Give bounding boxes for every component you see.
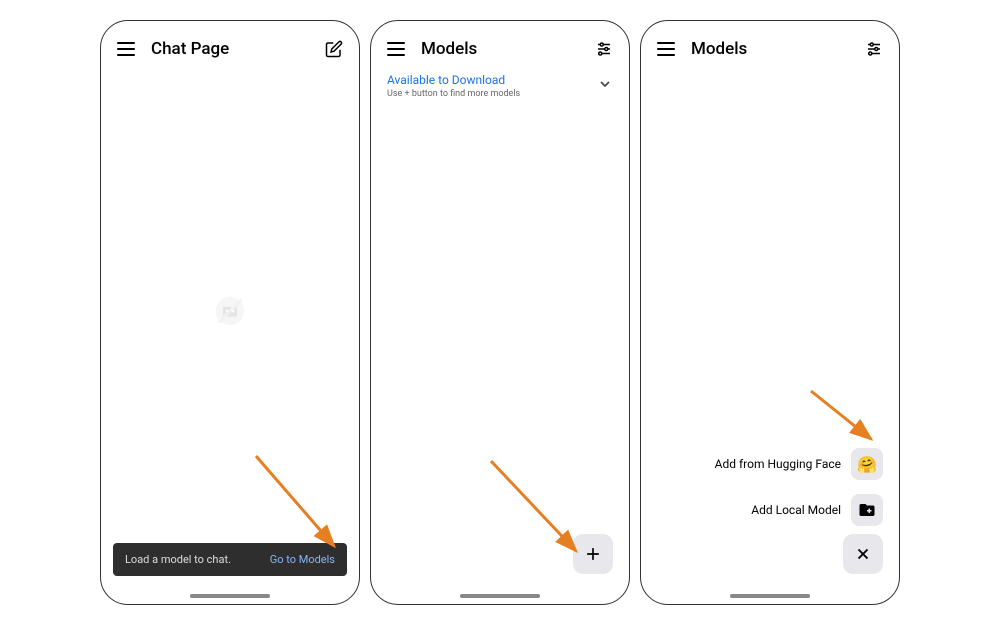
screen-chat-page: Chat Page Load a model to chat. Go to Mo… bbox=[100, 20, 360, 605]
menu-icon[interactable] bbox=[657, 42, 675, 56]
menu-icon[interactable] bbox=[387, 42, 405, 56]
page-title: Models bbox=[421, 39, 579, 59]
page-title: Models bbox=[691, 39, 849, 59]
home-indicator bbox=[460, 594, 540, 598]
header: Models bbox=[641, 21, 899, 73]
load-model-text: Load a model to chat. bbox=[125, 553, 231, 566]
available-section[interactable]: Available to Download Use + button to fi… bbox=[371, 73, 629, 99]
tune-icon[interactable] bbox=[595, 40, 613, 58]
section-subtitle: Use + button to find more models bbox=[387, 89, 597, 99]
go-to-models-link[interactable]: Go to Models bbox=[270, 553, 335, 566]
section-title: Available to Download bbox=[387, 73, 597, 87]
page-title: Chat Page bbox=[151, 39, 309, 59]
add-model-fab[interactable] bbox=[573, 534, 613, 574]
load-model-bar: Load a model to chat. Go to Models bbox=[113, 543, 347, 576]
option-label: Add from Hugging Face bbox=[715, 457, 841, 471]
folder-plus-icon bbox=[851, 494, 883, 526]
close-fab[interactable] bbox=[843, 534, 883, 574]
tune-icon[interactable] bbox=[865, 40, 883, 58]
annotation-arrow bbox=[801, 381, 891, 456]
menu-icon[interactable] bbox=[117, 42, 135, 56]
home-indicator bbox=[190, 594, 270, 598]
chevron-down-icon bbox=[597, 76, 613, 96]
screen-models: Models Available to Download Use + butto… bbox=[370, 20, 630, 605]
header: Chat Page bbox=[101, 21, 359, 73]
edit-icon[interactable] bbox=[325, 40, 343, 58]
home-indicator bbox=[730, 594, 810, 598]
add-from-huggingface[interactable]: Add from Hugging Face 🤗 bbox=[715, 448, 883, 480]
option-label: Add Local Model bbox=[751, 503, 841, 517]
screen-models-expanded: Models Add from Hugging Face 🤗 Add Local… bbox=[640, 20, 900, 605]
header: Models bbox=[371, 21, 629, 73]
huggingface-icon: 🤗 bbox=[851, 448, 883, 480]
add-local-model[interactable]: Add Local Model bbox=[751, 494, 883, 526]
robot-placeholder-icon bbox=[213, 294, 247, 332]
